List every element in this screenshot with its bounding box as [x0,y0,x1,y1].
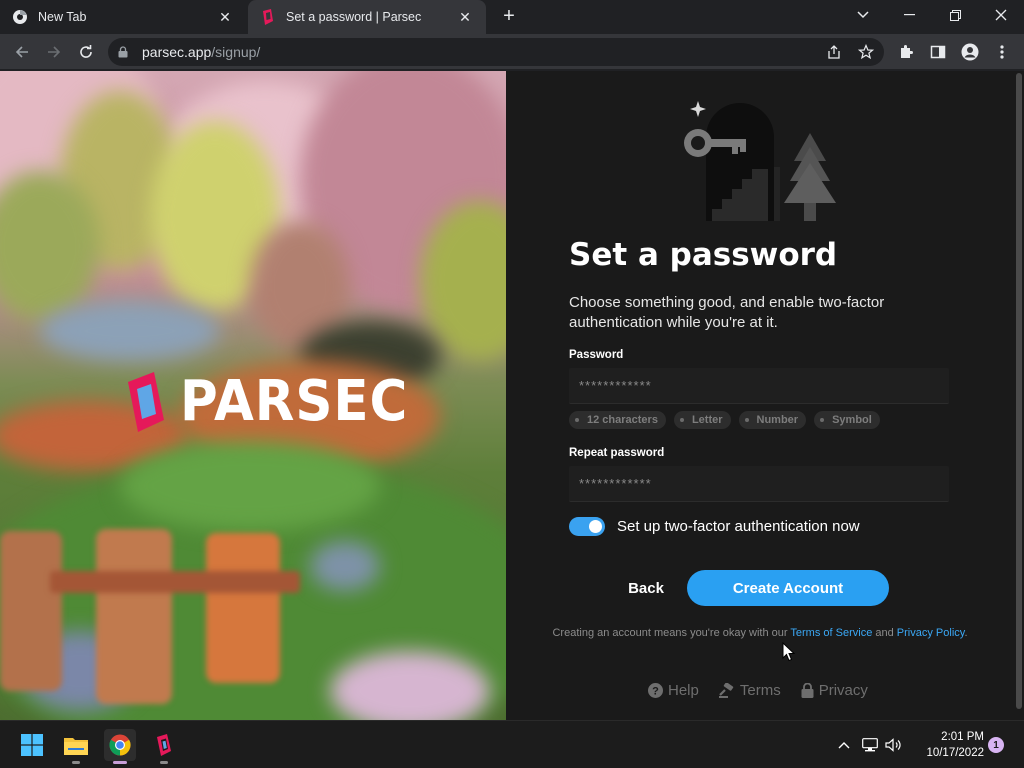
parsec-wordmark: PARSEC [180,369,409,434]
password-field-container [569,368,949,404]
new-tab-button[interactable]: + [498,6,520,28]
address-bar[interactable]: parsec.app/signup/ [108,38,884,66]
profile-icon[interactable] [960,42,980,62]
tab-strip: New Tab ✕ Set a password | Parsec ✕ + [0,0,1024,34]
requirement-chip: Symbol [814,411,880,429]
two-factor-row: Set up two-factor authentication now [569,517,860,536]
tab-title: New Tab [38,10,87,24]
lock-icon [118,45,132,59]
two-factor-toggle[interactable] [569,517,605,536]
mouse-cursor-icon [782,642,796,662]
password-illustration [684,101,836,221]
hero-image: PARSEC [0,71,506,720]
terms-of-service-link[interactable]: Terms of Service [790,627,872,639]
share-icon[interactable] [824,42,844,62]
tab-new-tab[interactable]: New Tab ✕ [0,0,246,34]
two-factor-label: Set up two-factor authentication now [617,518,860,535]
bookmark-star-icon[interactable] [856,42,876,62]
repeat-password-input[interactable] [569,466,949,501]
back-button[interactable]: Back [614,571,678,605]
tab-title: Set a password | Parsec [286,10,422,24]
repeat-password-field-container [569,466,949,502]
page-subtitle: Choose something good, and enable two-fa… [569,294,885,331]
footer-privacy-link[interactable]: Privacy [801,682,868,699]
gavel-icon [718,683,734,698]
requirement-chip: Letter [673,411,731,429]
restore-icon[interactable] [932,0,978,30]
lock-icon [801,683,814,698]
page-title: Set a password [569,237,838,273]
tab-set-password[interactable]: Set a password | Parsec ✕ [248,0,486,34]
password-label: Password [569,349,624,361]
chrome-icon [12,9,28,25]
parsec-logo: PARSEC [126,369,428,434]
notification-badge[interactable]: 1 [988,737,1004,753]
volume-icon[interactable] [884,735,904,755]
chrome-icon [109,734,131,756]
tab-close-icon[interactable]: ✕ [216,8,234,26]
signup-panel: Set a password Choose something good, an… [506,71,1014,720]
requirement-chip: 12 characters [569,411,666,429]
forward-arrow-icon[interactable] [42,40,66,64]
show-hidden-icons-chevron-icon[interactable] [834,735,854,755]
footer-terms-link[interactable]: Terms [718,682,781,699]
parsec-logo-icon [128,371,164,432]
tab-search-icon[interactable] [840,0,886,30]
clock-date: 10/17/2022 [926,747,984,759]
help-icon: ? [648,683,663,698]
password-input[interactable] [569,368,949,403]
parsec-app-icon [157,734,171,756]
minimize-icon[interactable] [886,0,932,30]
page-scrollbar[interactable] [1014,71,1024,720]
side-panel-icon[interactable] [928,42,948,62]
browser-toolbar: parsec.app/signup/ [0,34,1024,70]
menu-kebab-icon[interactable] [992,42,1012,62]
create-account-button[interactable]: Create Account [687,570,889,606]
page-content: PARSEC Set a password Choose something g… [0,71,1024,720]
close-window-icon[interactable] [978,0,1024,30]
back-arrow-icon[interactable] [10,40,34,64]
clock-time: 2:01 PM [941,731,984,743]
svg-text:?: ? [652,686,659,698]
footer-links: ? Help Terms Privacy [648,682,868,699]
legal-notice: Creating an account means you're okay wi… [552,627,968,639]
url-text: parsec.app/signup/ [142,44,261,60]
repeat-password-label: Repeat password [569,447,665,459]
password-requirements: 12 characters Letter Number Symbol [569,411,880,429]
windows-logo-icon [21,734,43,756]
reload-icon[interactable] [74,40,98,64]
tab-close-icon[interactable]: ✕ [456,8,474,26]
extensions-icon[interactable] [896,42,916,62]
privacy-policy-link[interactable]: Privacy Policy [897,627,965,639]
requirement-chip: Number [738,411,807,429]
taskbar-clock[interactable]: 2:01 PM 10/17/2022 [912,729,984,761]
start-button[interactable] [16,729,48,761]
parsec-favicon-icon [260,9,276,25]
network-icon[interactable] [860,735,880,755]
footer-help-link[interactable]: ? Help [648,682,699,699]
taskbar: 2:01 PM 10/17/2022 1 [0,720,1024,768]
taskbar-file-explorer[interactable] [60,729,92,764]
folder-icon [64,738,88,755]
taskbar-parsec[interactable] [148,729,180,764]
taskbar-chrome[interactable] [104,729,136,764]
